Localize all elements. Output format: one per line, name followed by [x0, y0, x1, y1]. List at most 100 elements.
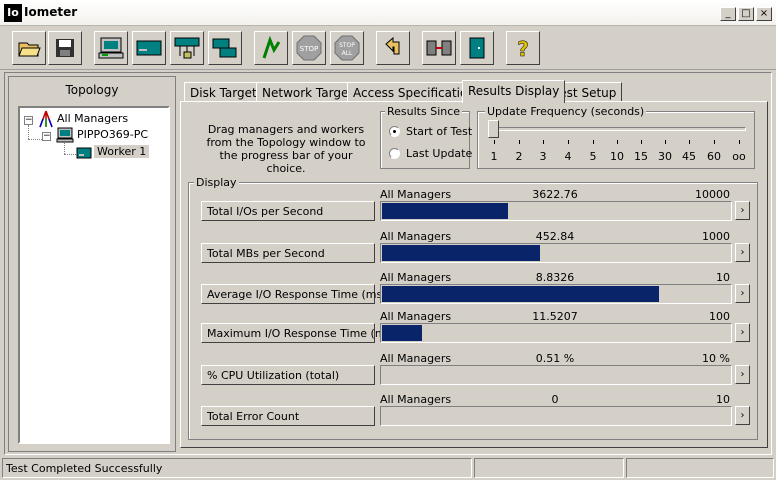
- metric-value: 452.84: [535, 230, 575, 243]
- manager-computer-icon: [56, 127, 74, 143]
- frequency-tick-mark: [641, 140, 642, 144]
- status-pane-3: [626, 458, 774, 478]
- save-config-button[interactable]: [48, 31, 82, 65]
- metric-bar-fill: [382, 325, 422, 341]
- save-icon: [56, 39, 74, 57]
- tab-results-display[interactable]: Results Display: [462, 80, 566, 103]
- maximize-button[interactable]: □: [738, 7, 754, 21]
- metric-bar-fill: [382, 245, 540, 261]
- new-manager-icon: [98, 37, 124, 59]
- frequency-tick-mark: [739, 140, 740, 144]
- metric-select-button[interactable]: Total MBs per Second: [201, 243, 375, 263]
- stop-all-icon: STOPALL: [334, 35, 360, 61]
- metric-arrow-button[interactable]: ›: [735, 284, 750, 303]
- radio-start-of-test-label: Start of Test: [406, 125, 473, 138]
- stop-icon: STOP: [296, 35, 322, 61]
- window-title: Iometer: [24, 5, 78, 19]
- network-worker-icon: [174, 37, 200, 59]
- radio-last-update[interactable]: [389, 148, 400, 159]
- metric-value: 0: [551, 393, 559, 406]
- metric-arrow-button[interactable]: ›: [735, 201, 750, 220]
- metric-select-button[interactable]: % CPU Utilization (total): [201, 365, 375, 385]
- stop-button[interactable]: STOP: [292, 31, 326, 65]
- update-frequency-track[interactable]: [490, 127, 746, 131]
- reset-workers-button[interactable]: [376, 31, 410, 65]
- metric-value: 0.51 %: [535, 352, 575, 365]
- metric-select-button[interactable]: Average I/O Response Time (ms): [201, 284, 387, 304]
- frequency-tick-label: 30: [658, 150, 672, 163]
- close-button[interactable]: ×: [756, 7, 772, 21]
- collapse-all-managers-icon[interactable]: −: [24, 116, 33, 125]
- metric-value: 8.8326: [535, 271, 575, 284]
- update-frequency-slider[interactable]: [488, 120, 499, 138]
- metric-bar-track: [380, 365, 732, 385]
- tree-item-all-managers[interactable]: All Managers: [57, 112, 128, 125]
- frequency-tick-label: oo: [732, 150, 746, 163]
- svg-text:STOP: STOP: [339, 42, 355, 49]
- tree-item-worker[interactable]: Worker 1: [94, 145, 150, 158]
- app-logo-icon: Io: [4, 4, 22, 22]
- metric-bar-track: [380, 201, 732, 221]
- disconnect-button[interactable]: [422, 31, 456, 65]
- metric-source-label: All Managers: [380, 188, 452, 201]
- metric-select-button[interactable]: Total I/Os per Second: [201, 201, 375, 221]
- toolbar: STOP STOP ALL ?: [0, 27, 776, 70]
- svg-text:ALL: ALL: [342, 50, 353, 57]
- tree-item-manager[interactable]: PIPPO369-PC: [77, 128, 148, 141]
- svg-text:?: ?: [517, 37, 529, 60]
- metric-max: 10 %: [702, 352, 730, 365]
- open-config-button[interactable]: [12, 31, 46, 65]
- new-network-worker-button[interactable]: [170, 31, 204, 65]
- radio-last-update-label: Last Update: [406, 147, 473, 160]
- collapse-manager-icon[interactable]: −: [42, 132, 51, 141]
- metric-arrow-button[interactable]: ›: [735, 365, 750, 384]
- stop-label: STOP: [300, 45, 318, 53]
- duplicate-worker-button[interactable]: [208, 31, 242, 65]
- display-label: Display: [194, 176, 239, 189]
- new-disk-worker-button[interactable]: [132, 31, 166, 65]
- metric-value: 3622.76: [532, 188, 578, 201]
- metric-max: 100: [709, 310, 730, 323]
- disk-worker-icon: [136, 40, 162, 56]
- start-tests-icon: [262, 36, 281, 59]
- metric-source-label: All Managers: [380, 230, 452, 243]
- stop-all-button[interactable]: STOP ALL: [330, 31, 364, 65]
- metric-source-label: All Managers: [380, 310, 452, 323]
- radio-start-of-test[interactable]: [389, 126, 400, 137]
- status-pane-2: [474, 458, 624, 478]
- metric-source-label: All Managers: [380, 393, 452, 406]
- exit-button[interactable]: [460, 31, 494, 65]
- all-managers-icon: [39, 110, 53, 128]
- minimize-button[interactable]: _: [720, 7, 736, 21]
- status-message: Test Completed Successfully: [2, 458, 472, 478]
- exit-icon: [469, 37, 485, 59]
- start-tests-button[interactable]: [254, 31, 288, 65]
- metric-max: 10: [716, 393, 730, 406]
- worker-disk-icon: [76, 147, 92, 159]
- drag-hint: Drag managers and workers from the Topol…: [206, 123, 366, 175]
- frequency-tick-label: 1: [490, 150, 498, 163]
- frequency-tick-label: 5: [589, 150, 597, 163]
- metric-bar-track: [380, 323, 732, 343]
- help-button[interactable]: ?: [506, 31, 540, 65]
- frequency-tick-label: 10: [610, 150, 624, 163]
- metric-arrow-button[interactable]: ›: [735, 323, 750, 342]
- metric-arrow-button[interactable]: ›: [735, 243, 750, 262]
- topology-tree[interactable]: − All Managers − PIPPO369-PC Worker 1: [18, 106, 170, 444]
- metric-select-button[interactable]: Maximum I/O Response Time (ms): [201, 323, 396, 343]
- new-manager-button[interactable]: [94, 31, 128, 65]
- metric-bar-track: [380, 284, 732, 304]
- frequency-tick-label: 45: [682, 150, 696, 163]
- metric-max: 10000: [695, 188, 730, 201]
- reset-workers-icon: [385, 36, 400, 55]
- topology-title: Topology: [65, 83, 119, 97]
- frequency-tick-mark: [689, 140, 690, 144]
- metric-select-button[interactable]: Total Error Count: [201, 406, 375, 426]
- results-since-group: [380, 111, 470, 169]
- frequency-tick-mark: [519, 140, 520, 144]
- frequency-tick-label: 3: [539, 150, 547, 163]
- frequency-tick-mark: [714, 140, 715, 144]
- help-icon: ?: [517, 37, 529, 60]
- metric-arrow-button[interactable]: ›: [735, 406, 750, 425]
- frequency-tick-mark: [494, 140, 495, 144]
